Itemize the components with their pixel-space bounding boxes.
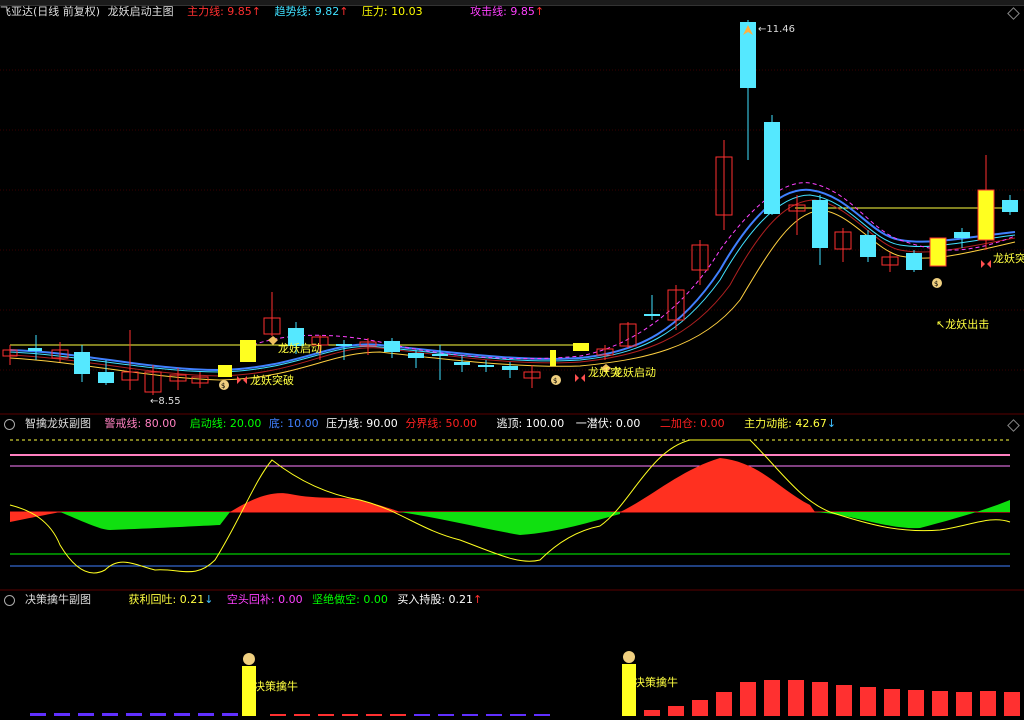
main-force-line	[9, 199, 1016, 377]
sub-panel-2-header: 决策擒牛副图 获利回吐: 0.21↓ 空头回补: 0.00 坚绝做空: 0.00…	[0, 593, 492, 607]
sub-chart-1	[9, 439, 1011, 574]
field-ambush: 一潜伏: 0.00	[575, 417, 641, 430]
money-bag-icon-2	[623, 651, 635, 663]
signal-bars	[242, 664, 636, 716]
main-chart: ←11.46 ←8.55 $ $ $ 龙妖突破 龙妖启动 龙妖突 龙妖启动 ↖龙…	[0, 20, 1024, 716]
svg-text:$: $	[221, 382, 225, 390]
main-grid	[0, 69, 1024, 371]
money-bag-icons: $ $ $	[219, 278, 942, 390]
field-profit-taking: 获利回吐: 0.21↓	[128, 593, 214, 606]
low-marker: ←8.55	[150, 396, 181, 407]
panel-toggle-icon-2[interactable]	[4, 594, 15, 606]
money-bag-icon-1	[243, 653, 255, 665]
field-pressure-sub: 压力线: 90.00	[326, 417, 398, 430]
sub-panel-1-header: 智擒龙妖副图 警戒线: 80.00 启动线: 20.00 底: 10.00 压力…	[0, 417, 846, 431]
panel-toggle-icon[interactable]	[4, 418, 15, 430]
high-marker: ←11.46	[758, 24, 795, 35]
field-short-cover: 空头回补: 0.00	[226, 593, 303, 606]
field-escape-top: 逃顶: 100.00	[496, 417, 565, 430]
trend-line	[9, 188, 1016, 372]
annotation-breakthrough-3: 龙妖突	[993, 251, 1024, 265]
field-firm-short: 坚绝做空: 0.00	[312, 593, 388, 606]
annotation-start-2: 龙妖启动	[612, 365, 656, 379]
signal-label-1: 决策擒牛	[254, 679, 298, 693]
sub-panel-1-title[interactable]: 智擒龙妖副图	[25, 417, 91, 430]
sub-chart-2: 决策擒牛 决策擒牛	[30, 651, 1020, 716]
purple-bars	[30, 713, 550, 716]
field-bottom: 底: 10.00	[268, 417, 319, 430]
field-alert: 警戒线: 80.00	[104, 417, 177, 430]
annotation-breakthrough: 龙妖突破	[250, 373, 294, 387]
annotation-start: 龙妖启动	[278, 341, 322, 355]
field-buy-hold: 买入持股: 0.21↑	[397, 593, 483, 606]
svg-text:$: $	[934, 280, 938, 288]
field-divider: 分界线: 50.00	[405, 417, 478, 430]
main-force-momentum-line	[9, 439, 1011, 574]
field-add-position: 二加仓: 0.00	[659, 417, 725, 430]
field-momentum: 主力动能: 42.67↓	[744, 417, 837, 430]
signal-label-2: 决策擒牛	[634, 675, 678, 689]
annotation-exit: ↖龙妖出击	[936, 317, 989, 331]
svg-text:$: $	[553, 377, 557, 385]
sub-panel-2-title[interactable]: 决策擒牛副图	[25, 593, 91, 606]
field-start: 启动线: 20.00	[189, 417, 262, 430]
momentum-green-area	[60, 500, 1010, 535]
